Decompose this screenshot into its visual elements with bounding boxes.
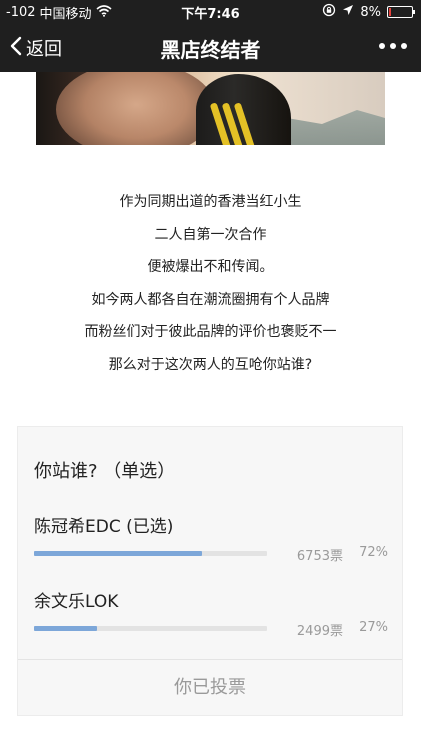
status-right: 8%	[322, 3, 415, 21]
article-line: 而粉丝们对于彼此品牌的评价也褒贬不一	[84, 324, 337, 340]
vote-count: 6753票	[296, 549, 343, 564]
status-bar: -102 中国移动 下午7:46 8%	[0, 0, 421, 22]
vote-option-label: 余文乐LOK	[34, 592, 119, 612]
vote-question: 你站谁? （单选）	[34, 461, 176, 482]
vote-percent: 27%	[359, 620, 388, 635]
page-title: 黑店终结者	[160, 38, 261, 62]
article-image	[36, 72, 385, 145]
vote-card: 你站谁? （单选） 陈冠希EDC (已选) 6753票 72% 余文乐LOK 2…	[17, 426, 403, 716]
vote-count: 2499票	[296, 624, 343, 639]
vote-option-label: 陈冠希EDC (已选)	[34, 517, 174, 537]
article-line: 二人自第一次合作	[154, 226, 267, 243]
article-line: 那么对于这次两人的互呛你站谁?	[108, 356, 313, 373]
vote-percent: 72%	[359, 545, 388, 560]
vote-progress-bar	[34, 626, 267, 631]
article-line: 作为同期出道的香港当红小生	[119, 194, 302, 210]
voted-button[interactable]: 你已投票	[18, 659, 402, 715]
article-line: 如今两人都各自在潮流圈拥有个人品牌	[91, 291, 330, 308]
vote-progress-fill	[34, 551, 202, 556]
article-body: 作为同期出道的香港当红小生 二人自第一次合作 便被爆出不和传闻。 如今两人都各自…	[0, 186, 421, 381]
battery-percent: 8%	[360, 4, 381, 20]
dot-icon	[390, 43, 396, 49]
article-line: 便被爆出不和传闻。	[147, 259, 274, 275]
vote-progress-fill	[34, 626, 97, 631]
battery-level	[389, 8, 391, 16]
image-face-region	[56, 72, 216, 145]
dot-icon	[379, 43, 385, 49]
battery-icon	[387, 6, 415, 18]
vote-progress-bar	[34, 551, 267, 556]
orientation-lock-icon	[322, 3, 336, 21]
vote-option: 陈冠希EDC (已选) 6753票 72%	[34, 512, 388, 564]
vote-option: 余文乐LOK 2499票 27%	[34, 587, 388, 639]
more-options-button[interactable]	[379, 43, 407, 49]
dot-icon	[401, 43, 407, 49]
navigation-bar: 返回 黑店终结者	[0, 22, 421, 72]
location-arrow-icon	[342, 4, 354, 20]
